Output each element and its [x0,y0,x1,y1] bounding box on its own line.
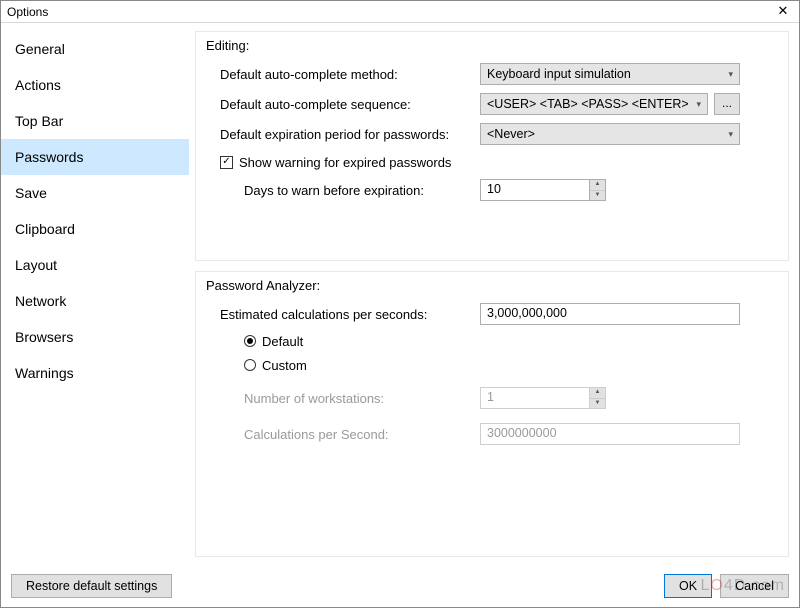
editing-title: Editing: [206,38,774,53]
radio-default-label: Default [262,334,303,349]
ok-button[interactable]: OK [664,574,712,598]
autocomplete-sequence-value: <USER> <TAB> <PASS> <ENTER> [487,97,689,111]
analyzer-title: Password Analyzer: [206,278,774,293]
sidebar-item-passwords[interactable]: Passwords [1,139,189,175]
analyzer-group: Password Analyzer: Estimated calculation… [195,271,789,557]
days-warn-spinner[interactable]: 10 ▲ ▼ [480,179,606,201]
autocomplete-method-label: Default auto-complete method: [210,67,480,82]
autocomplete-method-combo[interactable]: Keyboard input simulation ▾ [480,63,740,85]
editing-group: Editing: Default auto-complete method: K… [195,31,789,261]
window-body: General Actions Top Bar Passwords Save C… [1,23,799,565]
chevron-down-icon: ▾ [728,129,733,140]
radio-custom-label: Custom [262,358,307,373]
spin-buttons[interactable]: ▲ ▼ [590,179,606,201]
sidebar-item-top-bar[interactable]: Top Bar [1,103,189,139]
est-calc-label: Estimated calculations per seconds: [210,307,480,322]
sidebar-item-clipboard[interactable]: Clipboard [1,211,189,247]
expiration-value: <Never> [487,127,535,141]
show-warning-label: Show warning for expired passwords [239,155,451,170]
restore-defaults-button[interactable]: Restore default settings [11,574,172,598]
spin-up-icon: ▲ [590,388,605,399]
titlebar: Options ✕ [1,1,799,23]
sidebar-item-actions[interactable]: Actions [1,67,189,103]
num-workstations-label: Number of workstations: [210,391,480,406]
sidebar-item-warnings[interactable]: Warnings [1,355,189,391]
sidebar-item-layout[interactable]: Layout [1,247,189,283]
options-window: Options ✕ General Actions Top Bar Passwo… [0,0,800,608]
sidebar: General Actions Top Bar Passwords Save C… [1,23,189,565]
autocomplete-sequence-combo[interactable]: <USER> <TAB> <PASS> <ENTER> ▾ [480,93,708,115]
num-workstations-value: 1 [480,387,590,409]
spin-buttons: ▲ ▼ [590,387,606,409]
num-workstations-spinner: 1 ▲ ▼ [480,387,606,409]
spin-up-icon[interactable]: ▲ [590,180,605,191]
cancel-button[interactable]: Cancel [720,574,789,598]
main-panel: Editing: Default auto-complete method: K… [189,23,799,565]
chevron-down-icon: ▾ [696,99,701,110]
sidebar-item-network[interactable]: Network [1,283,189,319]
autocomplete-sequence-more-button[interactable]: ... [714,93,740,115]
expiration-combo[interactable]: <Never> ▾ [480,123,740,145]
window-title: Options [7,5,773,19]
chevron-down-icon: ▾ [728,69,733,80]
sidebar-item-general[interactable]: General [1,31,189,67]
days-warn-value[interactable]: 10 [480,179,590,201]
autocomplete-sequence-label: Default auto-complete sequence: [210,97,480,112]
calc-per-second-label: Calculations per Second: [210,427,480,442]
autocomplete-method-value: Keyboard input simulation [487,67,631,81]
sidebar-item-browsers[interactable]: Browsers [1,319,189,355]
close-icon[interactable]: ✕ [773,3,793,21]
est-calc-input[interactable]: 3,000,000,000 [480,303,740,325]
days-warn-label: Days to warn before expiration: [210,183,480,198]
calc-per-second-input: 3000000000 [480,423,740,445]
spin-down-icon: ▼ [590,399,605,409]
spin-down-icon[interactable]: ▼ [590,191,605,201]
expiration-label: Default expiration period for passwords: [210,127,480,142]
sidebar-item-save[interactable]: Save [1,175,189,211]
show-warning-checkbox[interactable]: ✓ [220,156,233,169]
footer: Restore default settings OK Cancel [1,565,799,607]
radio-default[interactable] [244,335,256,347]
radio-custom[interactable] [244,359,256,371]
